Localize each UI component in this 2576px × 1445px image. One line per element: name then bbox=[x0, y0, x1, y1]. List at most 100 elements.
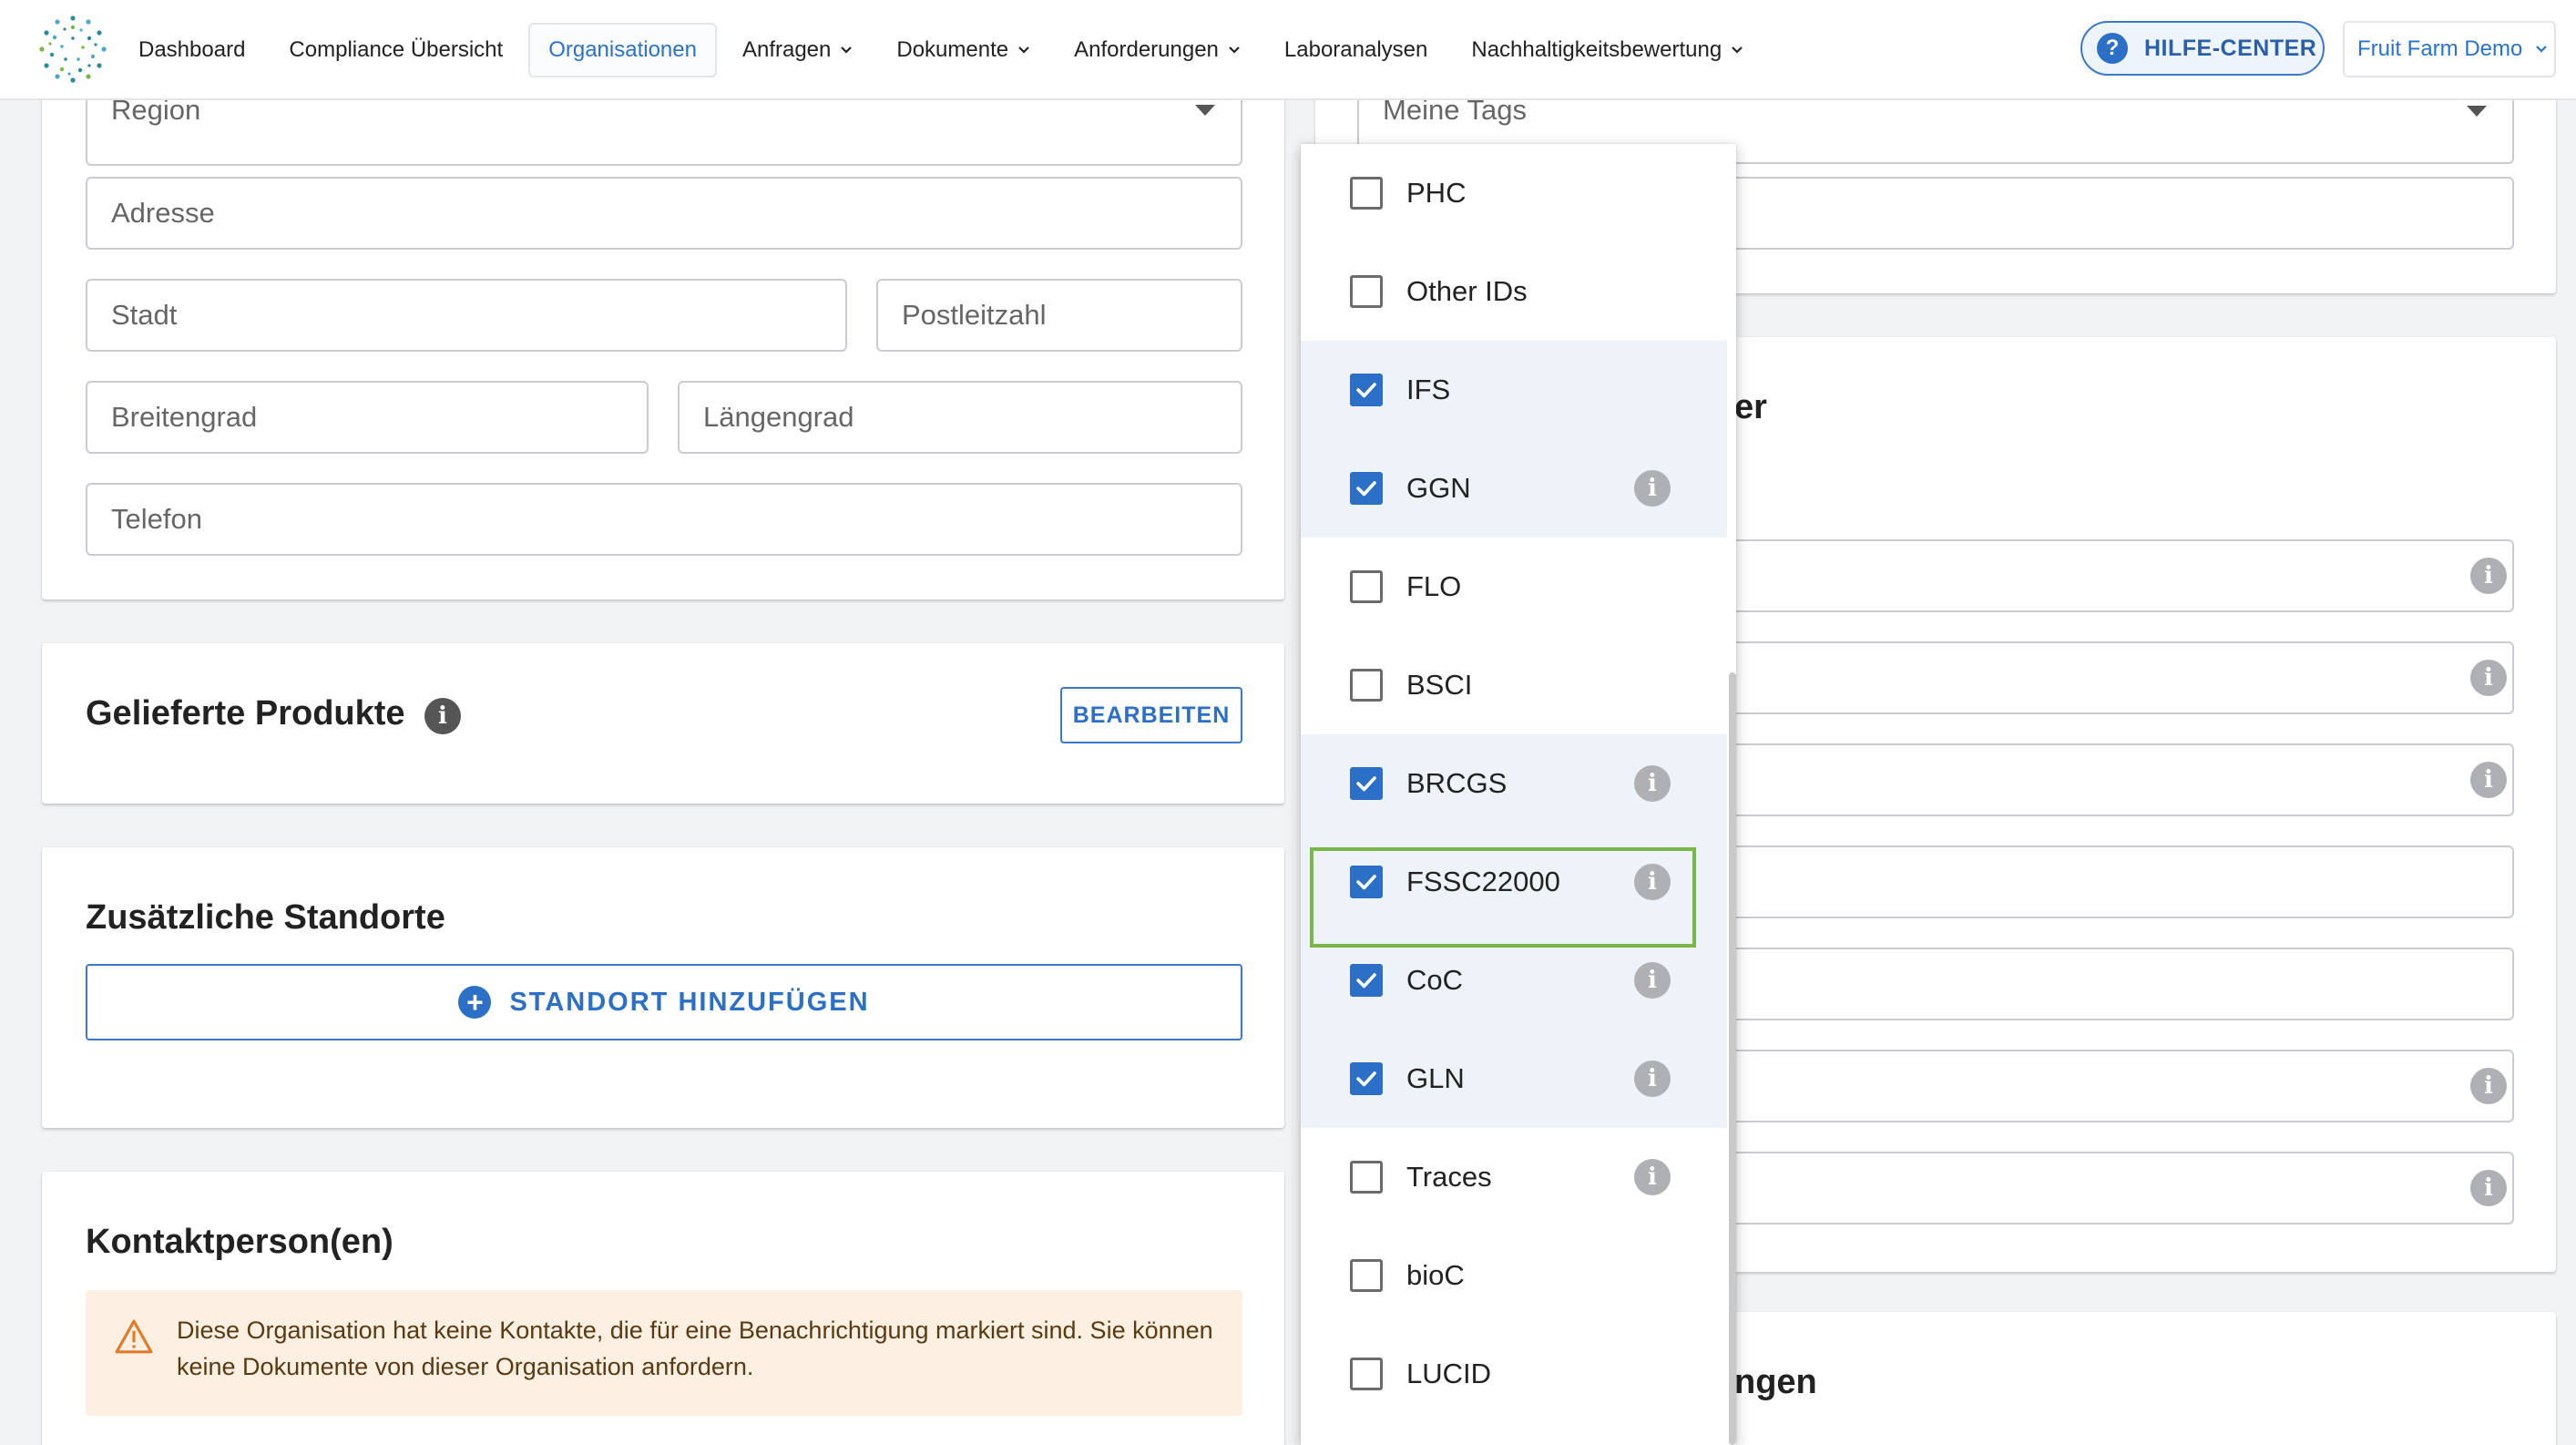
nav-item-compliance-bersicht[interactable]: Compliance Übersicht bbox=[271, 25, 521, 76]
nav-item-laboranalysen[interactable]: Laboranalysen bbox=[1266, 25, 1446, 76]
additional-locations-card: Zusätzliche Standorte + STANDORT HINZUFÜ… bbox=[42, 847, 1284, 1128]
info-icon[interactable]: i bbox=[2470, 762, 2507, 798]
info-icon[interactable]: i bbox=[1634, 962, 1671, 999]
add-location-label: STANDORT HINZUFÜGEN bbox=[509, 987, 870, 1017]
option-label: GLN bbox=[1406, 1062, 1465, 1094]
nav-item-nachhaltigkeitsbewertung[interactable]: Nachhaltigkeitsbewertung bbox=[1453, 25, 1762, 76]
option-label: CoC bbox=[1406, 964, 1464, 996]
option-brcgs[interactable]: BRCGS i bbox=[1301, 734, 1727, 833]
checkbox-checked-icon[interactable] bbox=[1350, 964, 1383, 997]
latitude-input[interactable]: Breitengrad bbox=[86, 381, 649, 454]
chevron-down-icon bbox=[2536, 46, 2548, 53]
checkbox-checked-icon[interactable] bbox=[1350, 767, 1383, 800]
option-lucid[interactable]: LUCID bbox=[1301, 1325, 1727, 1423]
checkbox-unchecked-icon[interactable] bbox=[1350, 570, 1383, 603]
checkbox-unchecked-icon[interactable] bbox=[1350, 275, 1383, 308]
no-contacts-warning-text: Diese Organisation hat keine Kontakte, d… bbox=[177, 1317, 1213, 1380]
nav-item-dokumente[interactable]: Dokumente bbox=[878, 25, 1048, 76]
info-icon[interactable]: i bbox=[1634, 1159, 1671, 1195]
option-fssc22000[interactable]: FSSC22000 i bbox=[1301, 833, 1727, 931]
nav-item-label: Dokumente bbox=[896, 37, 1009, 62]
plus-icon: + bbox=[458, 986, 492, 1019]
option-bsci[interactable]: BSCI bbox=[1301, 636, 1727, 734]
chevron-down-icon bbox=[1018, 46, 1029, 54]
option-gln[interactable]: GLN i bbox=[1301, 1030, 1727, 1128]
checkbox-checked-icon[interactable] bbox=[1350, 472, 1383, 505]
option-label: BSCI bbox=[1406, 669, 1473, 701]
checkbox-unchecked-icon[interactable] bbox=[1350, 1259, 1383, 1292]
checkbox-checked-icon[interactable] bbox=[1350, 374, 1383, 406]
add-location-button[interactable]: + STANDORT HINZUFÜGEN bbox=[86, 964, 1242, 1040]
organization-switcher[interactable]: Fruit Farm Demo bbox=[2343, 21, 2556, 77]
help-center-button[interactable]: ? HILFE-CENTER bbox=[2080, 21, 2325, 76]
nav-item-dashboard[interactable]: Dashboard bbox=[120, 25, 263, 76]
chevron-down-icon bbox=[1732, 46, 1743, 54]
nav-item-anfragen[interactable]: Anfragen bbox=[724, 25, 871, 76]
option-label: Other IDs bbox=[1406, 275, 1528, 307]
region-select[interactable]: Region bbox=[86, 91, 1242, 166]
info-icon[interactable]: i bbox=[1634, 765, 1671, 802]
nav-item-label: Anforderungen bbox=[1074, 37, 1219, 62]
option-other-ids[interactable]: Other IDs bbox=[1301, 242, 1727, 341]
additional-locations-title: Zusätzliche Standorte bbox=[86, 898, 445, 937]
option-coc[interactable]: CoC i bbox=[1301, 931, 1727, 1030]
option-phc[interactable]: PHC bbox=[1301, 144, 1727, 242]
nav-item-organisationen[interactable]: Organisationen bbox=[528, 23, 717, 77]
top-navigation: Dashboard Compliance Übersicht Organisatio… bbox=[0, 0, 2576, 100]
identifier-type-dropdown[interactable]: PHC Other IDs IFS GGN i FLO BSCI BRCGS i FSSC2200… bbox=[1301, 144, 1736, 1445]
checkbox-unchecked-icon[interactable] bbox=[1350, 177, 1383, 210]
option-ggn[interactable]: GGN i bbox=[1301, 439, 1727, 538]
option-ifs[interactable]: IFS bbox=[1301, 341, 1727, 439]
option-label: GGN bbox=[1406, 472, 1471, 504]
zip-input[interactable]: Postleitzahl bbox=[876, 279, 1242, 352]
info-icon[interactable]: i bbox=[2470, 1170, 2507, 1206]
phone-input[interactable]: Telefon bbox=[86, 483, 1242, 556]
delivered-products-title: Gelieferte Produkte bbox=[86, 694, 405, 733]
option-label: FLO bbox=[1406, 570, 1462, 602]
info-icon[interactable]: i bbox=[1634, 864, 1671, 900]
info-icon[interactable]: i bbox=[1634, 470, 1671, 507]
caret-down-icon bbox=[2467, 106, 2487, 117]
company-logo-icon[interactable] bbox=[36, 13, 109, 86]
option-label: BRCGS bbox=[1406, 767, 1508, 799]
info-icon[interactable]: i bbox=[1634, 1061, 1671, 1097]
question-icon: ? bbox=[2097, 33, 2128, 64]
option-bioc[interactable]: bioC bbox=[1301, 1226, 1727, 1325]
checkbox-unchecked-icon[interactable] bbox=[1350, 1161, 1383, 1194]
city-placeholder: Stadt bbox=[111, 299, 178, 331]
option-flo[interactable]: FLO bbox=[1301, 538, 1727, 636]
info-icon[interactable]: i bbox=[2470, 558, 2507, 594]
checkbox-unchecked-icon[interactable] bbox=[1350, 669, 1383, 702]
address-input[interactable]: Adresse bbox=[86, 177, 1242, 250]
address-card: Region Adresse Stadt Postleitzahl Breite… bbox=[42, 55, 1284, 600]
dropdown-scrollbar-thumb[interactable] bbox=[1729, 672, 1736, 1445]
option-label: Traces bbox=[1406, 1161, 1492, 1193]
zip-placeholder: Postleitzahl bbox=[902, 299, 1047, 331]
nav-item-label: Anfragen bbox=[741, 37, 832, 62]
organization-name: Fruit Farm Demo bbox=[2357, 36, 2523, 61]
nav-item-label: Nachhaltigkeitsbewertung bbox=[1471, 37, 1722, 62]
latitude-placeholder: Breitengrad bbox=[111, 401, 258, 433]
chevron-down-icon bbox=[1229, 46, 1240, 54]
checkbox-checked-icon[interactable] bbox=[1350, 1062, 1383, 1095]
phone-placeholder: Telefon bbox=[111, 503, 202, 535]
lower-right-title-fragment: ngen bbox=[1734, 1363, 1817, 1401]
city-input[interactable]: Stadt bbox=[86, 279, 847, 352]
info-icon[interactable]: i bbox=[424, 698, 461, 734]
longitude-placeholder: Längengrad bbox=[703, 401, 854, 433]
checkbox-unchecked-icon[interactable] bbox=[1350, 1358, 1383, 1390]
option-traces[interactable]: Traces i bbox=[1301, 1128, 1727, 1226]
nav-item-anforderungen[interactable]: Anforderungen bbox=[1056, 25, 1259, 76]
nav-item-label: Dashboard bbox=[138, 37, 246, 62]
info-icon[interactable]: i bbox=[2470, 660, 2507, 696]
contacts-card: Kontaktperson(en) Diese Organisation hat… bbox=[42, 1172, 1284, 1445]
option-label: bioC bbox=[1406, 1259, 1465, 1291]
address-placeholder: Adresse bbox=[111, 197, 215, 229]
longitude-input[interactable]: Längengrad bbox=[678, 381, 1242, 454]
edit-products-button[interactable]: BEARBEITEN bbox=[1060, 687, 1242, 743]
warning-icon bbox=[115, 1319, 153, 1354]
identifiers-title-fragment: er bbox=[1734, 388, 1767, 426]
info-icon[interactable]: i bbox=[2470, 1068, 2507, 1104]
contacts-title: Kontaktperson(en) bbox=[86, 1223, 394, 1261]
checkbox-checked-icon[interactable] bbox=[1350, 866, 1383, 898]
